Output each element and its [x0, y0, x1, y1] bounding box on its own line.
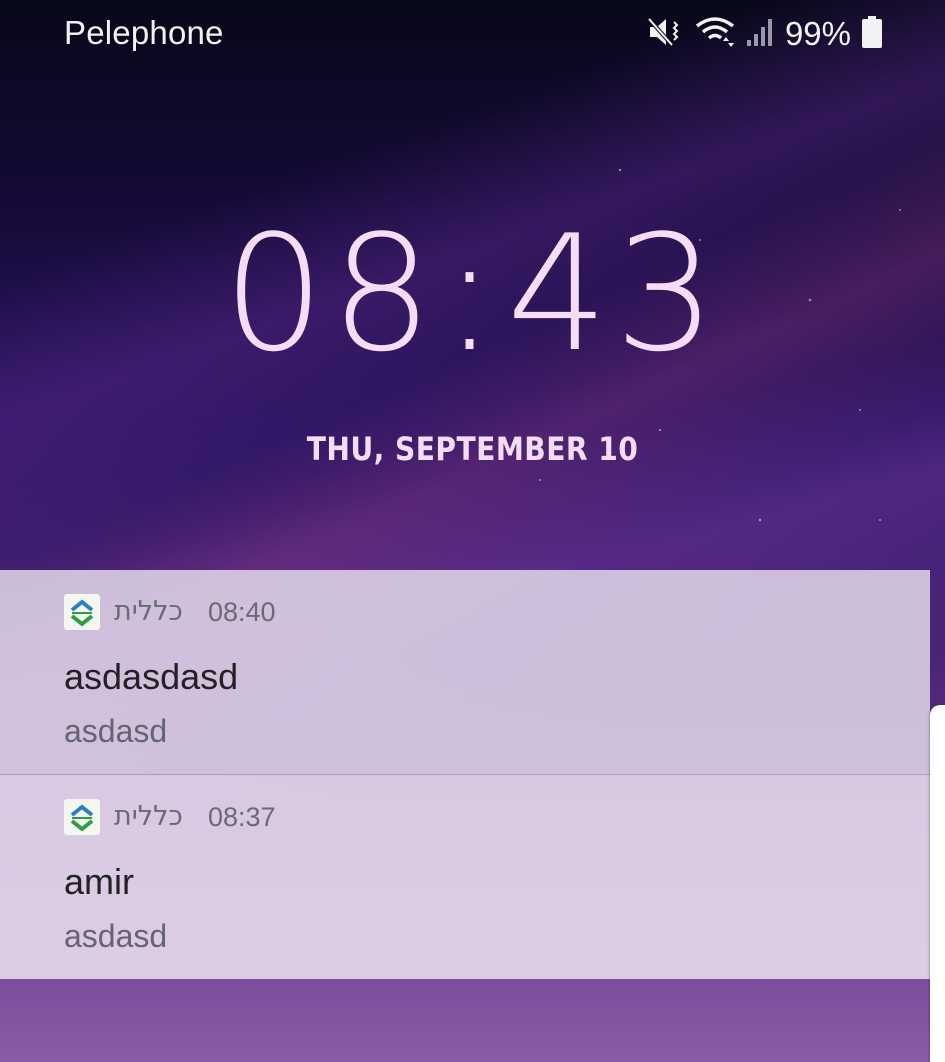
notification-card[interactable]: כללית 08:40 asdasdasd asdasd	[0, 570, 930, 775]
notification-title: asdasdasd	[64, 656, 239, 697]
clock-separator: :	[442, 200, 503, 387]
notification-panel: כללית 08:40 asdasdasd asdasd כללית 08:37…	[0, 570, 945, 980]
clalit-app-icon	[64, 799, 100, 835]
status-icons: 99%	[647, 12, 883, 56]
notification-title: amir	[64, 861, 134, 902]
clock-hours: 08	[222, 200, 439, 387]
edge-panel-handle[interactable]	[930, 705, 945, 1062]
notification-app-name: כללית	[114, 596, 183, 627]
notification-card[interactable]: כללית 08:37 amir asdasd	[0, 775, 930, 979]
notification-time: 08:37	[208, 802, 276, 832]
status-bar: Pelephone 99%	[0, 0, 945, 68]
clalit-app-icon	[64, 594, 100, 630]
notification-app-name: כללית	[114, 801, 183, 832]
notification-body: asdasd	[64, 918, 168, 954]
mute-icon	[647, 16, 685, 53]
wifi-icon	[695, 16, 735, 53]
battery-percent: 99%	[784, 15, 851, 52]
lockscreen-clock: 08:43	[0, 214, 945, 374]
notification-time: 08:40	[208, 597, 276, 627]
clock-minutes: 43	[506, 200, 723, 387]
carrier-name: Pelephone	[64, 14, 224, 51]
lockscreen-date: THU, SEPTEMBER 10	[306, 430, 639, 468]
notification-body: asdasd	[64, 713, 168, 749]
wallpaper-bottom	[0, 980, 945, 1062]
signal-icon	[745, 16, 775, 53]
battery-icon	[861, 15, 883, 54]
